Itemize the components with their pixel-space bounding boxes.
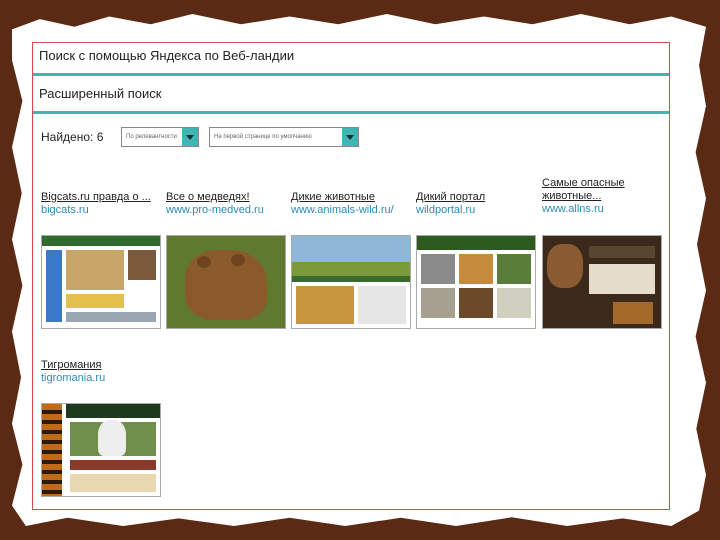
- divider: [33, 111, 669, 114]
- result-thumbnail[interactable]: [41, 403, 161, 497]
- result-card[interactable]: Дикие животные www.animals-wild.ru/: [291, 191, 411, 217]
- result-title[interactable]: Самые опасные животные...: [542, 177, 642, 203]
- result-url[interactable]: tigromania.ru: [41, 372, 161, 385]
- divider: [33, 73, 669, 76]
- result-card[interactable]: Тигромания tigromania.ru: [41, 359, 161, 385]
- result-thumbnail[interactable]: [416, 235, 536, 329]
- result-title[interactable]: Тигромания: [41, 359, 161, 372]
- sort-select[interactable]: По релевантности: [121, 127, 199, 147]
- result-url[interactable]: wildportal.ru: [416, 204, 536, 217]
- result-title[interactable]: Bigcats.ru правда о ...: [41, 191, 161, 204]
- result-card[interactable]: Самые опасные животные... www.allns.ru: [542, 177, 642, 216]
- result-url[interactable]: www.allns.ru: [542, 203, 642, 216]
- result-title[interactable]: Дикие животные: [291, 191, 411, 204]
- sort-select-value: По релевантности: [126, 134, 177, 140]
- page-select[interactable]: На первой странице по умолчанию: [209, 127, 359, 147]
- result-url[interactable]: bigcats.ru: [41, 204, 161, 217]
- result-card[interactable]: Все о медведях! www.pro-medved.ru: [166, 191, 286, 217]
- result-title[interactable]: Дикий портал: [416, 191, 536, 204]
- page-select-value: На первой странице по умолчанию: [214, 134, 312, 140]
- result-thumbnail[interactable]: [166, 235, 286, 329]
- chevron-down-icon[interactable]: [342, 128, 358, 146]
- result-url[interactable]: www.pro-medved.ru: [166, 204, 286, 217]
- page-title: Поиск с помощью Яндекса по Веб-ландии: [39, 48, 295, 63]
- result-thumbnail[interactable]: [542, 235, 662, 329]
- result-thumbnail[interactable]: [291, 235, 411, 329]
- result-url[interactable]: www.animals-wild.ru/: [291, 204, 411, 217]
- search-panel: Поиск с помощью Яндекса по Веб-ландии Ра…: [32, 42, 670, 510]
- result-title[interactable]: Все о медведях!: [166, 191, 286, 204]
- result-thumbnail[interactable]: [41, 235, 161, 329]
- chevron-down-icon[interactable]: [182, 128, 198, 146]
- results-count: Найдено: 6: [41, 130, 104, 144]
- result-card[interactable]: Дикий портал wildportal.ru: [416, 191, 536, 217]
- result-card[interactable]: Bigcats.ru правда о ... bigcats.ru: [41, 191, 161, 217]
- advanced-search-link[interactable]: Расширенный поиск: [39, 86, 161, 101]
